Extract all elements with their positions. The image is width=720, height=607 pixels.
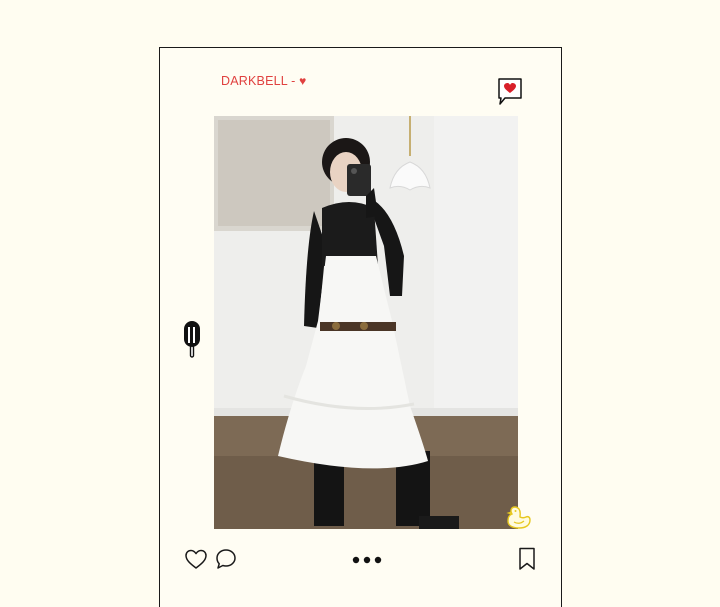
outfit-photo-image <box>214 116 518 529</box>
post-card: DARKBELL - ♥ <box>159 47 562 607</box>
speech-bubble-heart-icon[interactable] <box>498 78 522 106</box>
post-username[interactable]: DARKBELL - ♥ <box>221 74 306 88</box>
post-photo[interactable] <box>214 116 518 529</box>
brand-heart: ♥ <box>299 74 307 88</box>
brand-label: DARKBELL - <box>221 74 300 88</box>
popsicle-icon <box>184 321 200 358</box>
post-actions <box>184 547 238 573</box>
heart-outline-icon[interactable] <box>184 547 208 571</box>
more-dots-icon[interactable] <box>351 555 383 565</box>
bookmark-icon[interactable] <box>518 547 536 571</box>
comment-bubble-icon[interactable] <box>214 547 238 571</box>
duck-icon <box>506 506 531 529</box>
